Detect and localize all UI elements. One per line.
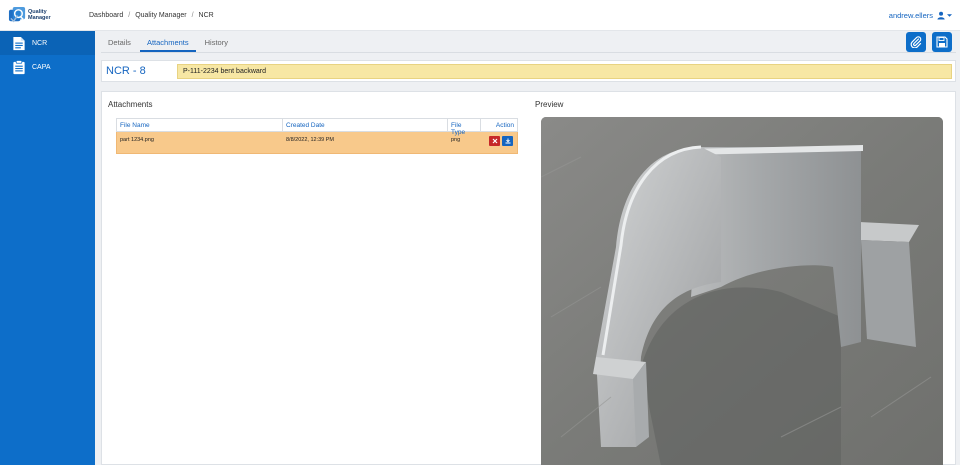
save-button[interactable] bbox=[932, 32, 952, 52]
column-created-date[interactable]: Created Date bbox=[283, 119, 448, 131]
download-attachment-button[interactable] bbox=[502, 136, 513, 146]
top-bar: Quality Manager Dashboard / Quality Mana… bbox=[0, 0, 960, 31]
sidebar-item-capa[interactable]: CAPA bbox=[0, 55, 95, 79]
column-file-type[interactable]: File Type bbox=[448, 119, 481, 136]
preview-title: Preview bbox=[535, 100, 564, 109]
user-icon bbox=[937, 11, 945, 20]
cell-file-type: png bbox=[451, 137, 461, 143]
breadcrumb-dashboard[interactable]: Dashboard bbox=[89, 12, 123, 19]
breadcrumb: Dashboard / Quality Manager / NCR bbox=[89, 12, 214, 19]
delete-attachment-button[interactable] bbox=[489, 136, 500, 146]
breadcrumb-separator: / bbox=[128, 12, 131, 19]
cell-actions bbox=[481, 132, 517, 153]
save-icon bbox=[936, 36, 948, 48]
tab-details[interactable]: Details bbox=[101, 36, 138, 52]
attachments-panel: Attachments Preview File Name Created Da… bbox=[101, 91, 956, 465]
breadcrumb-ncr: NCR bbox=[198, 12, 214, 19]
tab-divider bbox=[101, 52, 956, 53]
sidebar-item-label: CAPA bbox=[32, 63, 51, 71]
breadcrumb-quality-manager[interactable]: Quality Manager bbox=[135, 12, 186, 19]
sidebar-item-label: NCR bbox=[32, 39, 48, 47]
breadcrumb-separator: / bbox=[191, 12, 194, 19]
logo-icon bbox=[8, 6, 26, 23]
sidebar-item-ncr[interactable]: NCR bbox=[0, 31, 95, 55]
logo-text: Quality Manager bbox=[28, 9, 51, 21]
table-row[interactable]: part 1234.png 8/8/2022, 12:39 PM png bbox=[116, 132, 518, 154]
record-description-field[interactable]: P-111-2234 bent backward bbox=[177, 64, 952, 79]
attachments-table: File Name Created Date File Type Action … bbox=[116, 118, 518, 154]
tab-history[interactable]: History bbox=[198, 36, 235, 52]
table-header: File Name Created Date File Type Action bbox=[116, 118, 518, 136]
bent-metal-part-photo bbox=[541, 117, 943, 465]
record-header: NCR - 8 P-111-2234 bent backward bbox=[101, 60, 956, 82]
sidebar: NCR CAPA bbox=[0, 31, 95, 465]
record-title: NCR - 8 bbox=[106, 65, 146, 77]
attach-button[interactable] bbox=[906, 32, 926, 52]
tab-attachments[interactable]: Attachments bbox=[139, 36, 196, 52]
chevron-down-icon bbox=[947, 14, 952, 17]
download-icon bbox=[505, 138, 510, 144]
user-name: andrew.ellers bbox=[888, 11, 933, 20]
logo-line-2: Manager bbox=[28, 15, 51, 21]
document-icon bbox=[13, 36, 25, 50]
column-file-name[interactable]: File Name bbox=[117, 119, 283, 131]
record-tabs: Details Attachments History bbox=[101, 36, 237, 52]
paperclip-icon bbox=[910, 36, 922, 48]
cell-created-date: 8/8/2022, 12:39 PM bbox=[286, 137, 335, 143]
column-action: Action bbox=[495, 122, 514, 129]
user-menu[interactable]: andrew.ellers bbox=[889, 11, 952, 20]
attachments-title: Attachments bbox=[108, 100, 153, 109]
clipboard-icon bbox=[13, 59, 25, 74]
close-icon bbox=[492, 138, 497, 144]
attachment-preview-image bbox=[541, 117, 943, 465]
app-logo[interactable]: Quality Manager bbox=[8, 6, 64, 26]
cell-file-name: part 1234.png bbox=[120, 137, 154, 143]
